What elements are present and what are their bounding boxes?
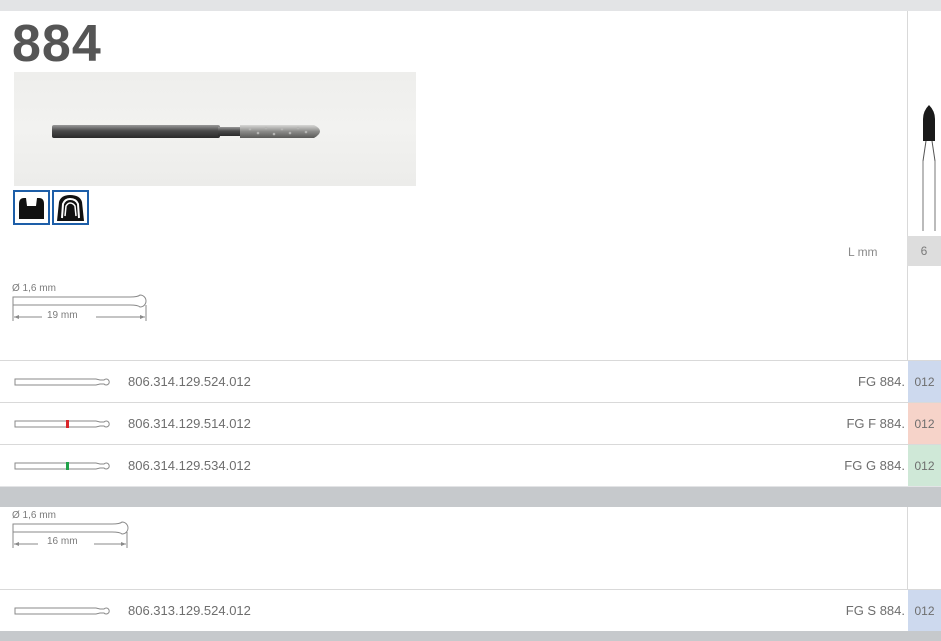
order-code: 806.314.129.524.012 (128, 374, 251, 389)
fg-designation: FG F 884. (846, 416, 905, 431)
fg-designation: FG S 884. (845, 603, 905, 618)
size-cell: 012 (908, 590, 941, 631)
bur-profile-diagram (914, 105, 940, 236)
shank-variant-panel (0, 507, 907, 590)
section-divider (0, 631, 941, 641)
bur-thumbnail-icon (14, 604, 114, 622)
bur-thumbnail-icon (14, 375, 114, 393)
tooth-crown-outline-icon (52, 190, 89, 225)
size-cell: 012 (908, 445, 941, 486)
size-column-spacer (907, 507, 941, 590)
order-code: 806.313.129.524.012 (128, 603, 251, 618)
product-photo (14, 72, 416, 186)
shank-length-label: 19 mm (47, 310, 78, 321)
table-row[interactable]: 806.314.129.514.012 FG F 884. 012 (0, 402, 941, 444)
section-divider (0, 487, 941, 507)
order-code: 806.314.129.534.012 (128, 458, 251, 473)
bur-thumbnail-icon (14, 417, 114, 435)
catalog-page: 884 L mm 6 Ø 1,6 mm 19 mm 806.314.129.52… (0, 0, 941, 641)
size-cell: 012 (908, 403, 941, 444)
shank-dimension-diagram (12, 293, 152, 330)
table-row[interactable]: 806.313.129.524.012 FG S 884. 012 (0, 589, 941, 631)
length-value: 6 (907, 236, 941, 266)
length-label: L mm (848, 245, 878, 259)
table-row[interactable]: 806.314.129.534.012 FG G 884. 012 (0, 444, 941, 486)
fg-designation: FG G 884. (844, 458, 905, 473)
order-code: 806.314.129.514.012 (128, 416, 251, 431)
tooth-crown-preparation-icon (13, 190, 50, 225)
shank-length-label: 16 mm (47, 536, 78, 547)
bur-thumbnail-icon (14, 459, 114, 477)
table-row[interactable]: 806.314.129.524.012 FG 884. 012 (0, 360, 941, 402)
size-cell: 012 (908, 361, 941, 402)
fg-designation: FG 884. (858, 374, 905, 389)
model-number: 884 (12, 15, 102, 73)
